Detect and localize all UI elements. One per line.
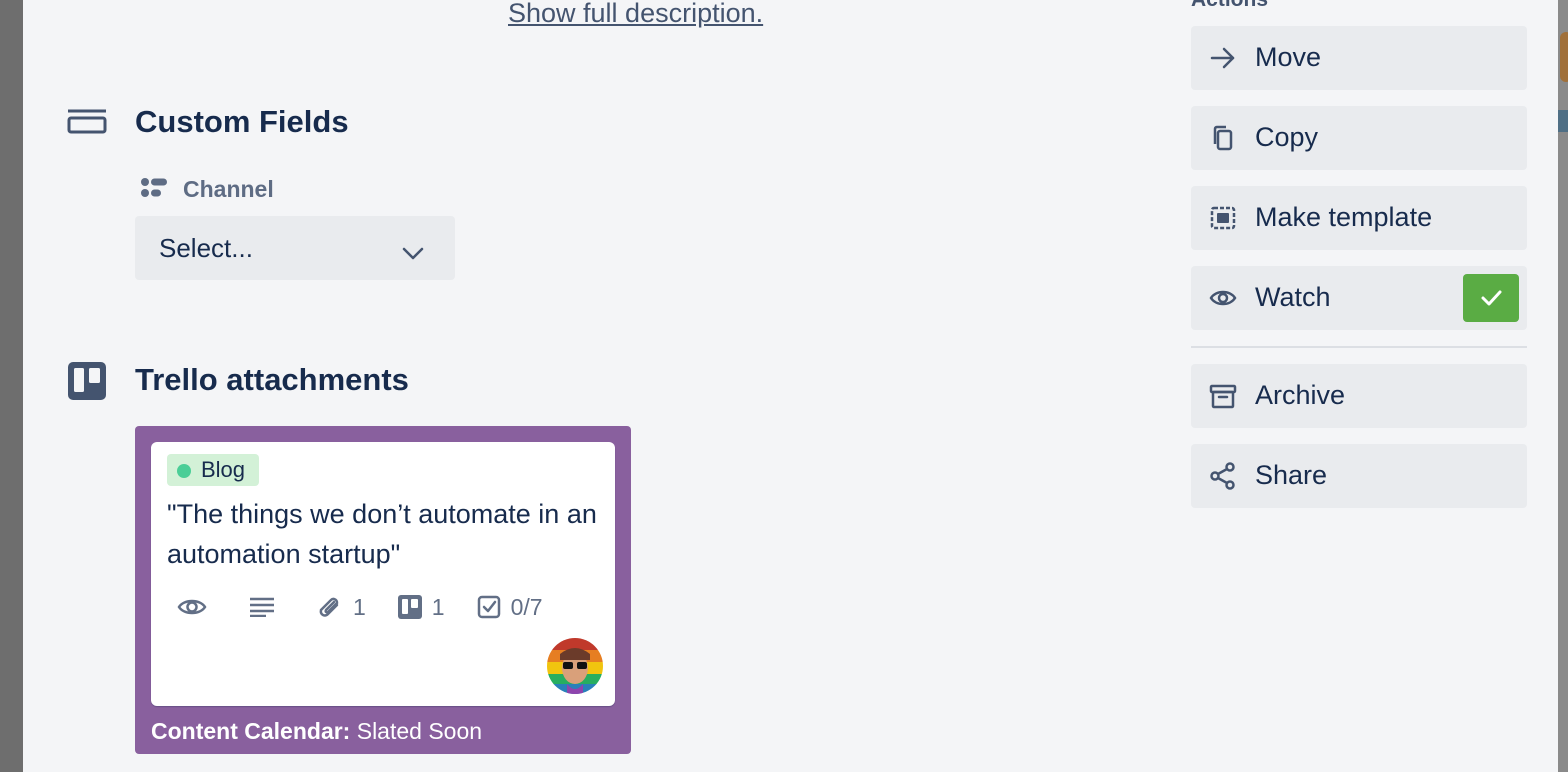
list-field-icon [140, 177, 168, 204]
board-name: Content Calendar: [151, 718, 351, 744]
trello-card-icon [397, 595, 422, 619]
archive-button[interactable]: Archive [1191, 364, 1527, 428]
attachments-count: 1 [353, 593, 366, 620]
copy-icon [1209, 124, 1237, 152]
channel-select-value: Select... [159, 232, 253, 263]
archive-label: Archive [1255, 380, 1346, 410]
watch-label: Watch [1255, 282, 1331, 312]
actions-divider [1191, 346, 1527, 348]
card-location: Content Calendar: Slated Soon [151, 718, 482, 745]
backdrop-avatar-sliver [1560, 32, 1568, 82]
card-badges: 1 1 0/7 [177, 592, 575, 622]
backdrop-sliver [1558, 110, 1568, 132]
description-icon [250, 597, 274, 617]
show-full-description-link[interactable]: Show full description. [508, 0, 763, 29]
custom-fields-icon [67, 108, 107, 141]
share-label: Share [1255, 460, 1328, 490]
custom-fields-title: Custom Fields [135, 104, 349, 139]
watch-button[interactable]: Watch [1191, 266, 1527, 330]
copy-label: Copy [1255, 122, 1319, 152]
list-name: Slated Soon [356, 718, 483, 744]
card-label-text: Blog [201, 457, 246, 482]
eye-icon [1209, 284, 1237, 312]
attachments-badge: 1 [317, 594, 366, 621]
share-button[interactable]: Share [1191, 444, 1527, 508]
checklist-progress: 0/7 [510, 593, 543, 620]
share-icon [1209, 462, 1237, 490]
attached-card[interactable]: Blog "The things we don’t automate in an… [135, 426, 631, 754]
member-avatar[interactable] [547, 638, 603, 694]
paperclip-icon [319, 597, 339, 617]
channel-field-label: Channel [183, 176, 274, 202]
make-template-button[interactable]: Make template [1191, 186, 1527, 250]
arrow-right-icon [1209, 44, 1237, 72]
checklist-badge: 0/7 [477, 594, 543, 621]
move-button[interactable]: Move [1191, 26, 1527, 90]
check-icon [1481, 290, 1502, 306]
channel-select[interactable]: Select... [135, 216, 455, 280]
make-template-label: Make template [1255, 202, 1433, 232]
copy-button[interactable]: Copy [1191, 106, 1527, 170]
linked-cards-count: 1 [431, 593, 445, 620]
backdrop-right [1558, 0, 1568, 772]
move-label: Move [1255, 42, 1322, 72]
chevron-down-icon [401, 238, 425, 269]
trello-board-icon [68, 362, 106, 405]
watch-checked-badge [1463, 274, 1519, 322]
card-title: "The things we don’t automate in an auto… [167, 499, 597, 569]
backdrop-left [0, 0, 23, 772]
card-detail-modal: Show full description. Custom Fields Cha… [23, 0, 1558, 772]
attached-card-front[interactable]: Blog "The things we don’t automate in an… [151, 442, 615, 706]
card-label-blog[interactable]: Blog [167, 454, 260, 486]
watching-badge [177, 596, 217, 618]
archive-icon [1209, 382, 1237, 410]
linked-cards-badge: 1 [397, 593, 445, 621]
template-icon [1209, 204, 1237, 232]
actions-title: Actions [1191, 0, 1268, 12]
checkbox-icon [477, 595, 500, 619]
label-dot [177, 464, 191, 478]
description-badge [249, 597, 285, 617]
trello-attachments-title: Trello attachments [135, 362, 409, 397]
eye-icon [177, 599, 207, 615]
